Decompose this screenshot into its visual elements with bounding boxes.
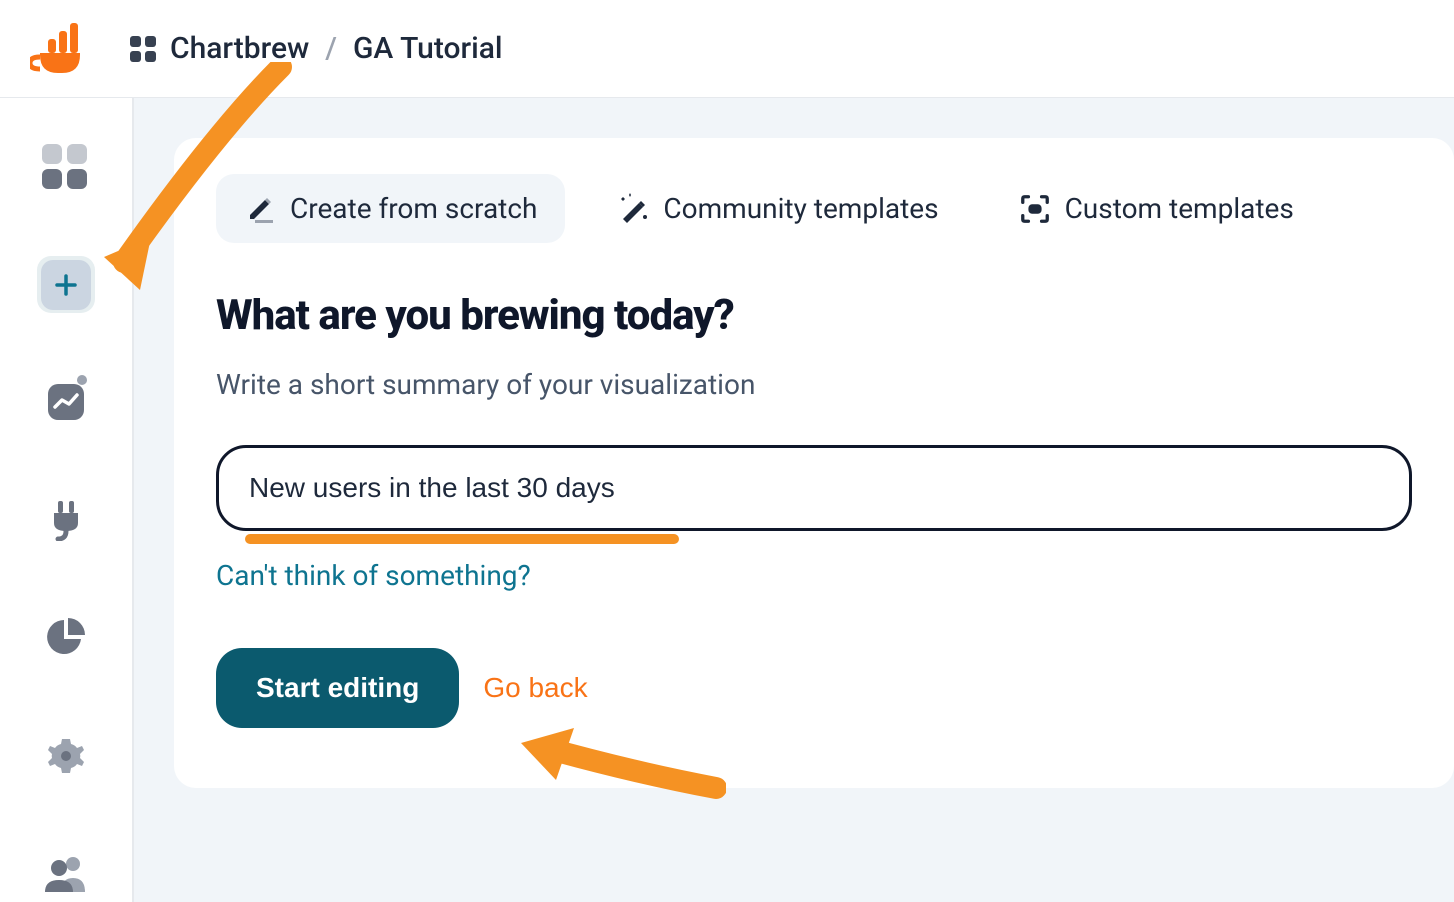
tab-community-templates[interactable]: Community templates [589, 174, 966, 243]
sidebar-item-connections[interactable] [37, 491, 95, 549]
app-header: Chartbrew / GA Tutorial [0, 0, 1454, 98]
sidebar-item-users[interactable] [37, 844, 95, 902]
page-subtitle: Write a short summary of your visualizat… [216, 368, 1412, 401]
main-content: Create from scratch Community templates [134, 98, 1454, 902]
sidebar-item-charts[interactable] [37, 609, 95, 667]
sidebar-item-settings[interactable] [37, 727, 95, 785]
tab-label: Create from scratch [290, 192, 537, 225]
pencil-icon [244, 193, 276, 225]
sidebar-item-add[interactable] [37, 256, 95, 314]
summary-input[interactable] [216, 445, 1412, 531]
go-back-button[interactable]: Go back [483, 672, 587, 704]
magic-wand-icon [617, 193, 649, 225]
help-link[interactable]: Can't think of something? [216, 559, 531, 592]
breadcrumb-org[interactable]: Chartbrew [170, 31, 309, 66]
sidebar [0, 98, 134, 902]
tab-create-scratch[interactable]: Create from scratch [216, 174, 565, 243]
breadcrumb-project[interactable]: GA Tutorial [353, 31, 503, 66]
analytics-icon [44, 380, 88, 424]
tab-custom-templates[interactable]: Custom templates [991, 174, 1322, 243]
sidebar-item-analytics[interactable] [37, 373, 95, 431]
tab-label: Custom templates [1065, 192, 1294, 225]
scan-icon [1019, 193, 1051, 225]
button-row: Start editing Go back [216, 648, 1412, 728]
breadcrumb-separator: / [325, 31, 337, 66]
dashboard-icon [42, 144, 90, 189]
tab-label: Community templates [663, 192, 938, 225]
page-title: What are you brewing today? [216, 291, 1412, 340]
app-logo[interactable] [30, 21, 90, 77]
gear-icon [44, 733, 88, 777]
tabs: Create from scratch Community templates [216, 174, 1412, 243]
grid-icon [130, 36, 158, 62]
pie-chart-icon [45, 617, 87, 659]
start-editing-button[interactable]: Start editing [216, 648, 459, 728]
plus-icon [53, 272, 79, 298]
sidebar-item-dashboard[interactable] [37, 138, 95, 196]
users-icon [43, 854, 89, 892]
create-card: Create from scratch Community templates [174, 138, 1454, 788]
breadcrumb: Chartbrew / GA Tutorial [130, 31, 503, 66]
plug-icon [46, 499, 86, 541]
